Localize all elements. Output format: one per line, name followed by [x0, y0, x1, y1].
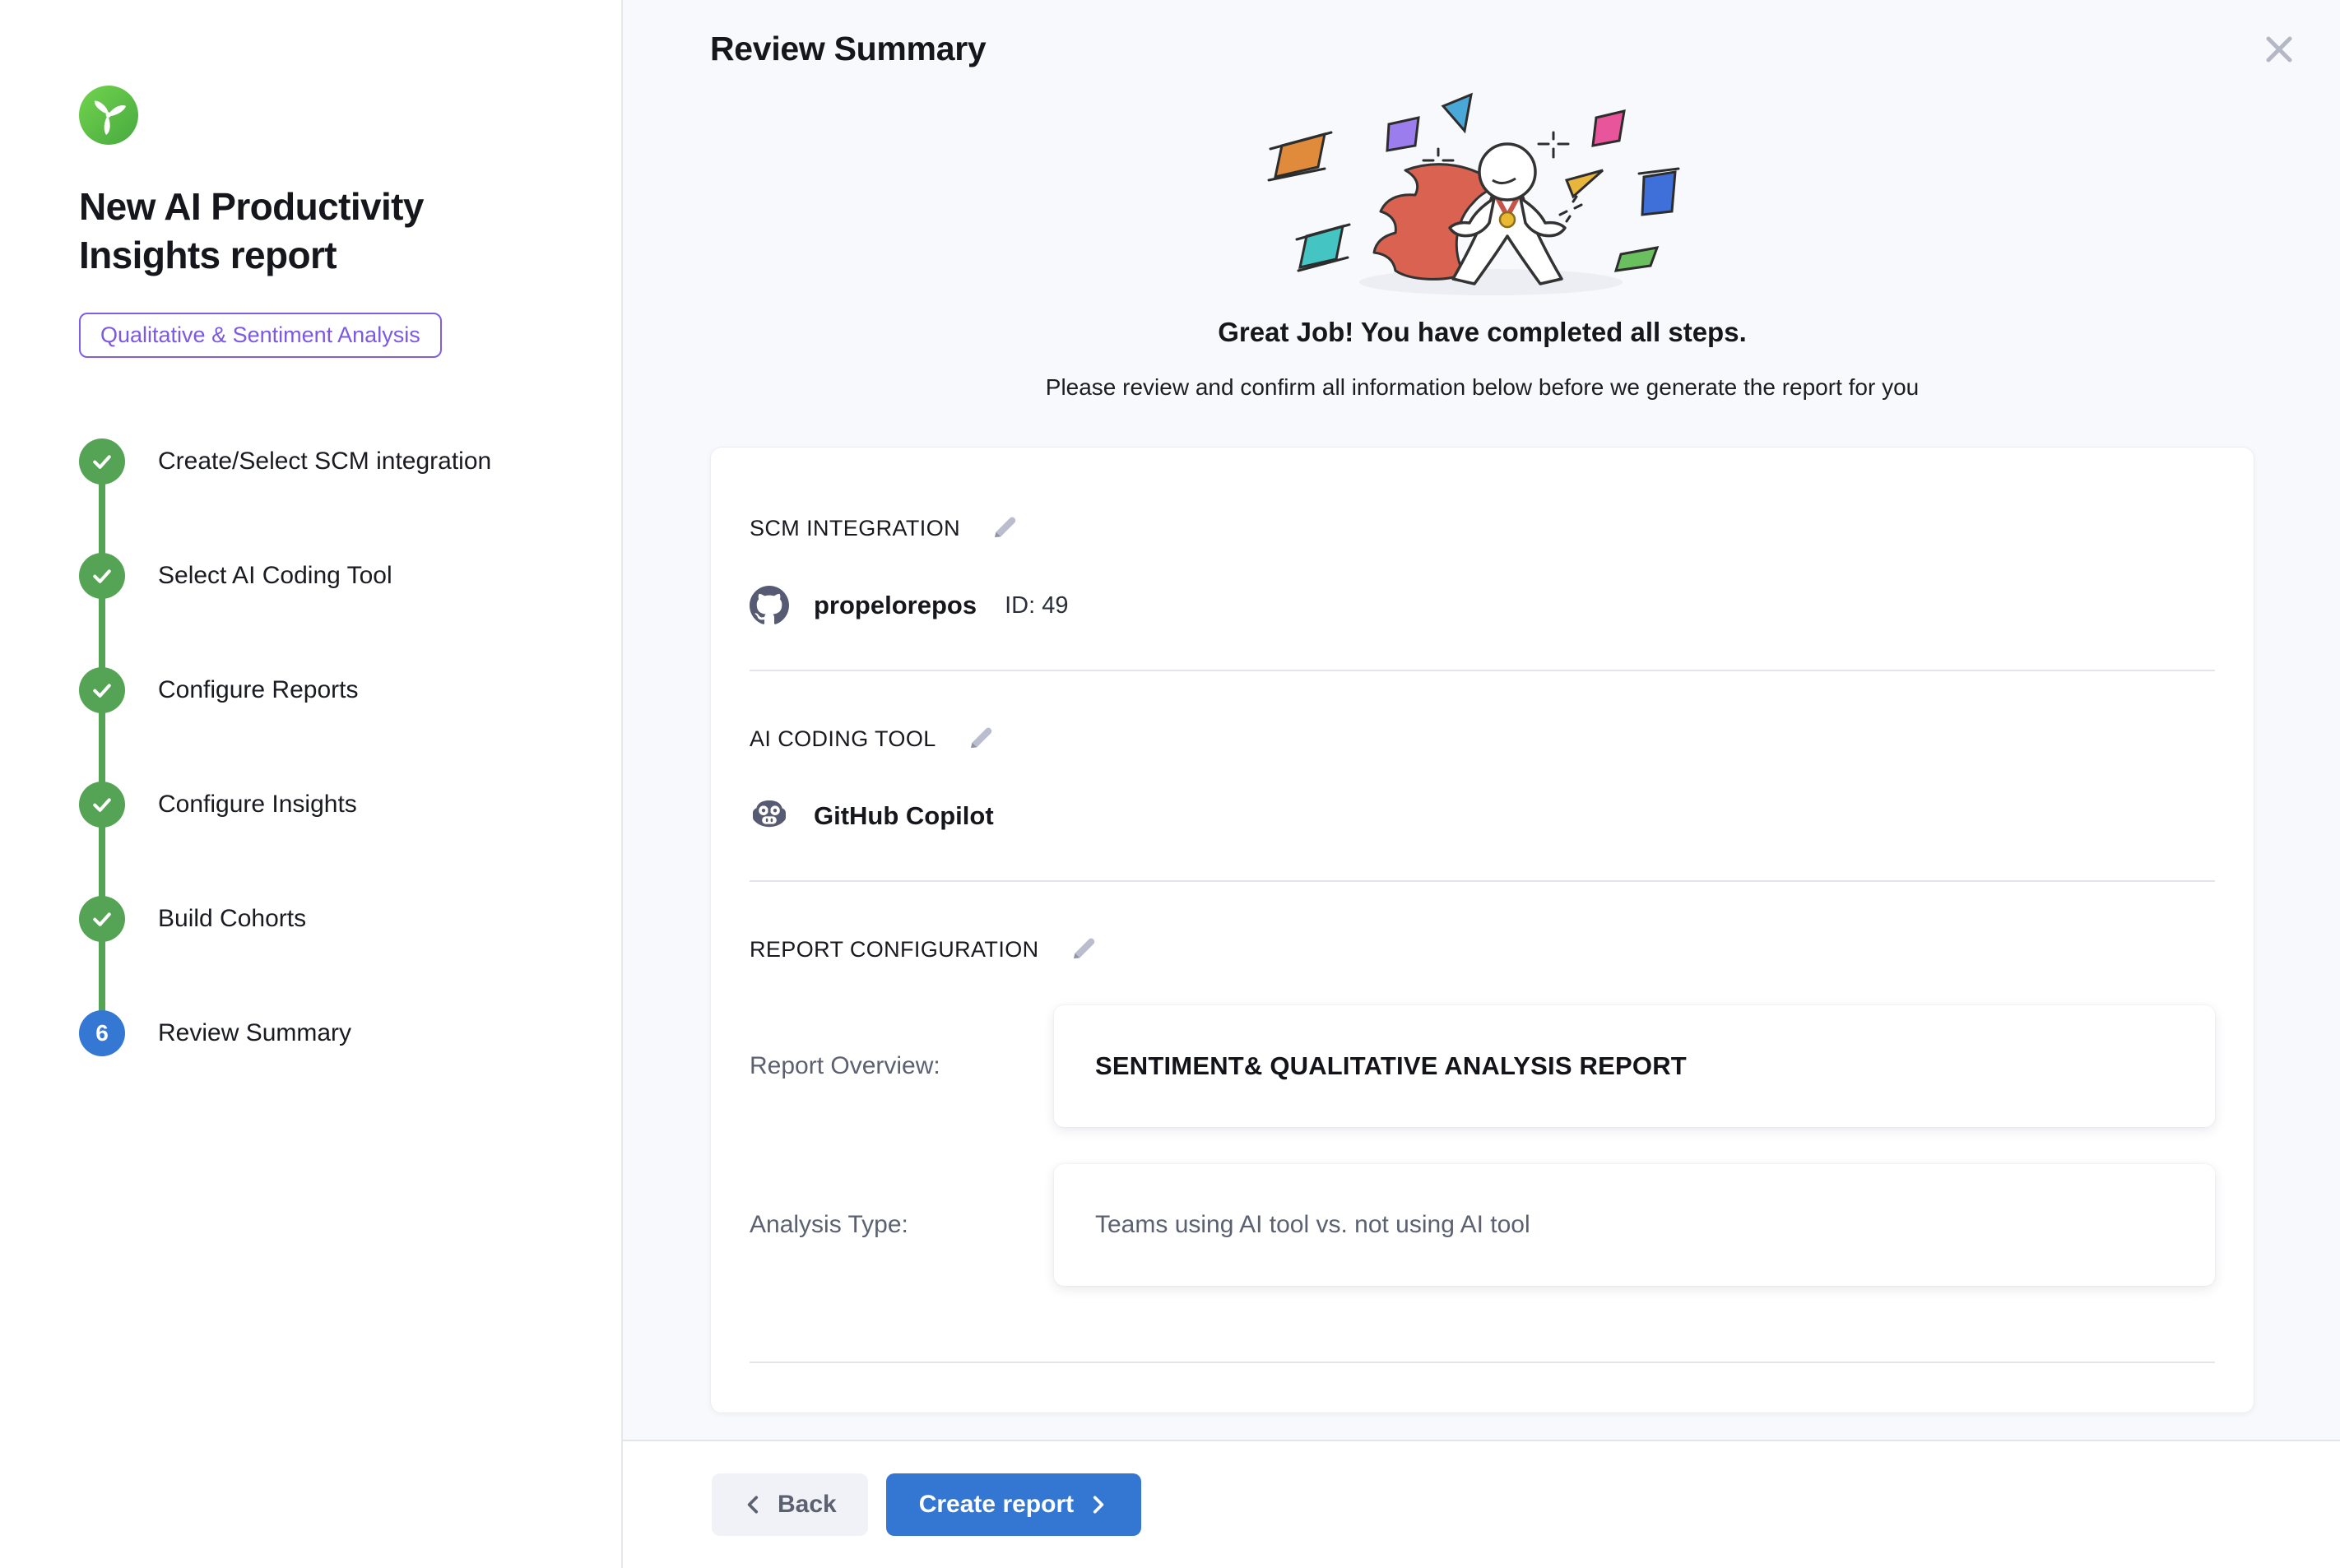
- step-label: Review Summary: [158, 1019, 351, 1047]
- step-check-icon: [79, 667, 125, 713]
- wizard-stepper: Create/Select SCM integration Select AI …: [79, 438, 547, 1056]
- superhero-confetti-illustration: [1228, 91, 1738, 305]
- congrats-subheading: Please review and confirm all informatio…: [710, 374, 2254, 401]
- step-select-ai-coding-tool[interactable]: Select AI Coding Tool: [79, 553, 547, 599]
- wizard-title: New AI Productivity Insights report: [79, 183, 547, 280]
- ai-coding-tool-label: AI CODING TOOL: [750, 726, 936, 752]
- section-divider: [750, 670, 2215, 671]
- step-number-badge: 6: [79, 1010, 125, 1056]
- wizard-footer: Back Create report: [623, 1440, 2340, 1568]
- step-review-summary[interactable]: 6 Review Summary: [79, 1010, 547, 1056]
- chevron-right-icon: [1087, 1494, 1108, 1515]
- step-create-select-scm-integration[interactable]: Create/Select SCM integration: [79, 438, 547, 485]
- step-label: Create/Select SCM integration: [158, 448, 491, 476]
- panel-scroll-area[interactable]: Review Summary: [623, 0, 2340, 1440]
- edit-report-configuration-button[interactable]: [1067, 933, 1100, 966]
- analysis-type-badge: Qualitative & Sentiment Analysis: [79, 313, 442, 358]
- edit-scm-integration-button[interactable]: [988, 512, 1021, 545]
- step-check-icon: [79, 896, 125, 942]
- step-build-cohorts[interactable]: Build Cohorts: [79, 896, 547, 942]
- report-configuration-label: REPORT CONFIGURATION: [750, 937, 1039, 963]
- app-window: New AI Productivity Insights report Qual…: [0, 0, 2340, 1568]
- step-check-icon: [79, 782, 125, 828]
- back-button-label: Back: [778, 1491, 837, 1519]
- github-copilot-icon: [750, 796, 789, 836]
- section-divider: [750, 880, 2215, 882]
- step-check-icon: [79, 553, 125, 599]
- ai-coding-tool-name: GitHub Copilot: [814, 801, 994, 831]
- step-check-icon: [79, 438, 125, 485]
- step-label: Build Cohorts: [158, 905, 306, 933]
- back-button[interactable]: Back: [712, 1473, 868, 1536]
- pencil-icon: [1069, 934, 1098, 963]
- section-divider: [750, 1362, 2215, 1363]
- report-overview-value-box: SENTIMENT& QUALITATIVE ANALYSIS REPORT: [1054, 1005, 2215, 1127]
- report-overview-value: SENTIMENT& QUALITATIVE ANALYSIS REPORT: [1095, 1051, 1687, 1081]
- edit-ai-coding-tool-button[interactable]: [964, 722, 997, 755]
- stepper-connector-line: [99, 462, 105, 1033]
- step-configure-reports[interactable]: Configure Reports: [79, 667, 547, 713]
- create-report-button-label: Create report: [919, 1491, 1074, 1519]
- analysis-type-label: Analysis Type:: [750, 1211, 1054, 1239]
- analysis-type-value: Teams using AI tool vs. not using AI too…: [1095, 1211, 1530, 1239]
- github-icon: [750, 586, 789, 625]
- analysis-type-row: Analysis Type: Teams using AI tool vs. n…: [750, 1164, 2215, 1286]
- report-overview-row: Report Overview: SENTIMENT& QUALITATIVE …: [750, 1005, 2215, 1127]
- create-report-button[interactable]: Create report: [886, 1473, 1141, 1536]
- step-label: Select AI Coding Tool: [158, 562, 392, 590]
- scm-integration-id: ID: 49: [1005, 592, 1068, 619]
- step-label: Configure Insights: [158, 791, 357, 819]
- scm-integration-label: SCM INTEGRATION: [750, 516, 960, 541]
- review-summary-panel: Review Summary: [623, 0, 2340, 1568]
- analysis-type-value-box: Teams using AI tool vs. not using AI too…: [1054, 1164, 2215, 1286]
- summary-card: SCM INTEGRATION propelorepos ID: 49: [710, 447, 2254, 1413]
- pencil-icon: [990, 513, 1019, 542]
- propeller-logo: [79, 86, 138, 145]
- step-configure-insights[interactable]: Configure Insights: [79, 782, 547, 828]
- chevron-left-icon: [743, 1494, 764, 1515]
- congrats-heading: Great Job! You have completed all steps.: [710, 317, 2254, 348]
- step-label: Configure Reports: [158, 676, 358, 704]
- pencil-icon: [966, 723, 996, 753]
- wizard-sidebar: New AI Productivity Insights report Qual…: [0, 0, 623, 1568]
- panel-title: Review Summary: [710, 30, 2254, 68]
- close-button[interactable]: [2256, 26, 2302, 72]
- scm-integration-name: propelorepos: [814, 591, 977, 620]
- report-overview-label: Report Overview:: [750, 1052, 1054, 1080]
- close-icon: [2262, 32, 2296, 67]
